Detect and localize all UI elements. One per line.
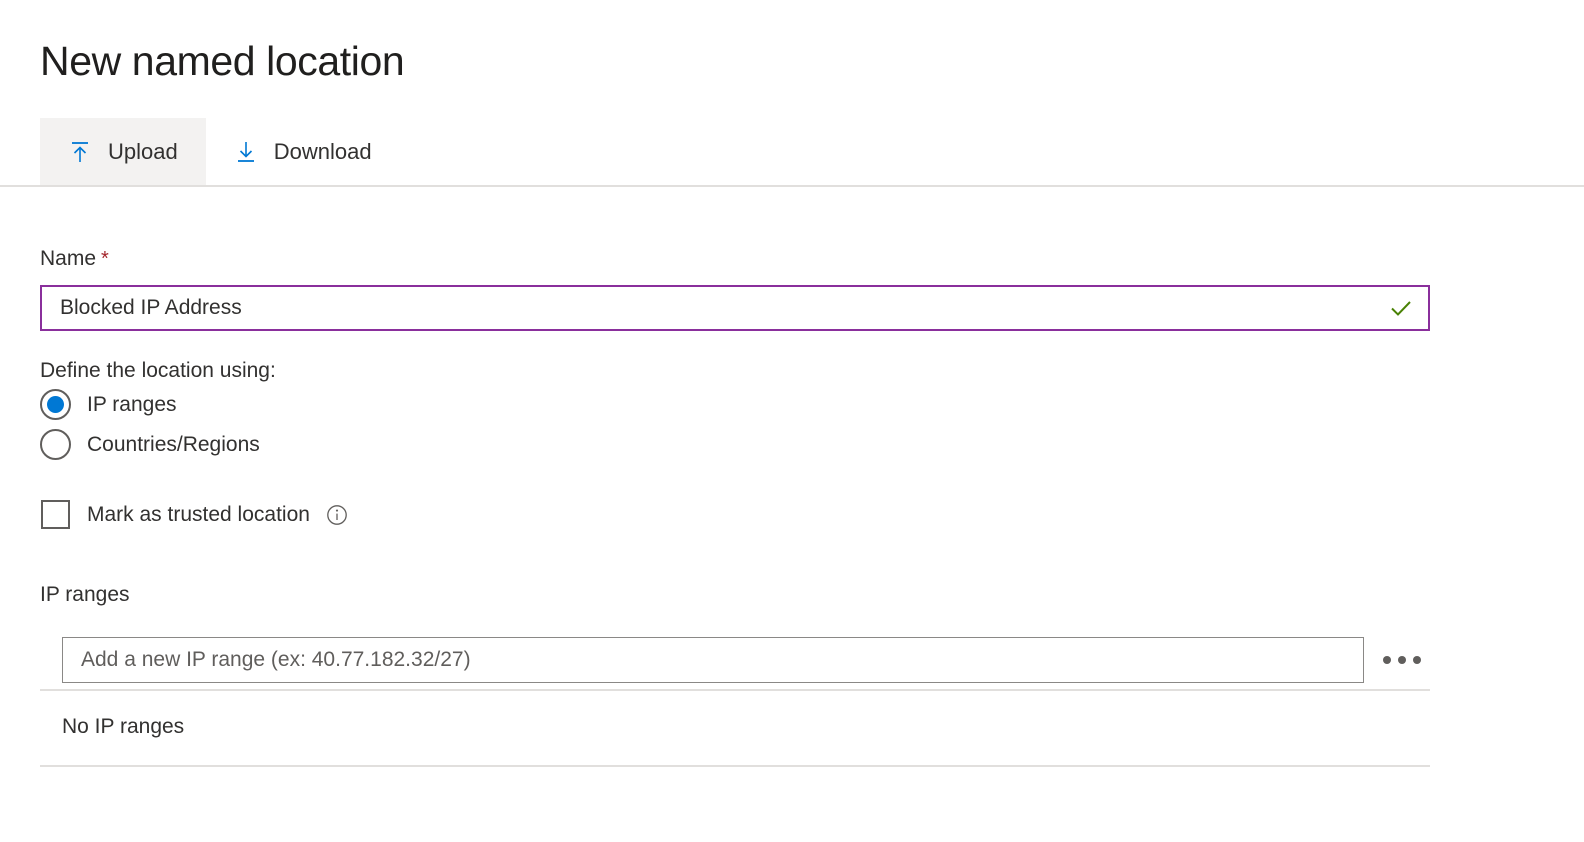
radio-countries-regions-label: Countries/Regions [87, 432, 260, 456]
name-label-text: Name [40, 247, 97, 270]
upload-icon [67, 139, 93, 165]
info-icon[interactable] [326, 504, 348, 526]
command-bar: Upload Download [0, 118, 1584, 187]
trusted-location-label: Mark as trusted location [87, 502, 310, 526]
name-input[interactable] [42, 287, 1384, 329]
checkmark-icon [1384, 291, 1418, 325]
download-icon [233, 139, 259, 165]
radio-countries-regions[interactable]: Countries/Regions [40, 429, 260, 460]
name-field-label: Name * [40, 246, 109, 272]
radio-ip-ranges-label: IP ranges [87, 392, 177, 416]
trusted-location-checkbox[interactable] [41, 500, 70, 529]
location-type-label: Define the location using: [40, 359, 276, 382]
ip-range-add-row [62, 637, 1430, 683]
page-title: New named location [40, 38, 405, 85]
ellipsis-dot-2 [1398, 656, 1406, 664]
ip-range-input[interactable] [62, 637, 1364, 683]
ellipsis-dot-3 [1413, 656, 1421, 664]
ip-ranges-divider-bottom [40, 765, 1430, 767]
ip-ranges-divider-top [40, 689, 1430, 691]
upload-button-label: Upload [108, 138, 178, 164]
radio-countries-regions-indicator [40, 429, 71, 460]
ellipsis-dot-1 [1383, 656, 1391, 664]
ip-ranges-empty-message: No IP ranges [62, 715, 185, 738]
radio-ip-ranges[interactable]: IP ranges [40, 389, 177, 420]
ellipsis-icon[interactable] [1376, 640, 1428, 680]
radio-selected-dot [47, 396, 64, 413]
name-field-wrapper[interactable] [40, 285, 1430, 331]
radio-ip-ranges-indicator [40, 389, 71, 420]
required-asterisk: * [101, 248, 109, 270]
trusted-location-row[interactable]: Mark as trusted location [41, 500, 348, 529]
download-button[interactable]: Download [206, 118, 400, 185]
download-button-label: Download [273, 138, 372, 164]
ip-ranges-section-label: IP ranges [40, 583, 130, 606]
upload-button[interactable]: Upload [40, 118, 206, 185]
